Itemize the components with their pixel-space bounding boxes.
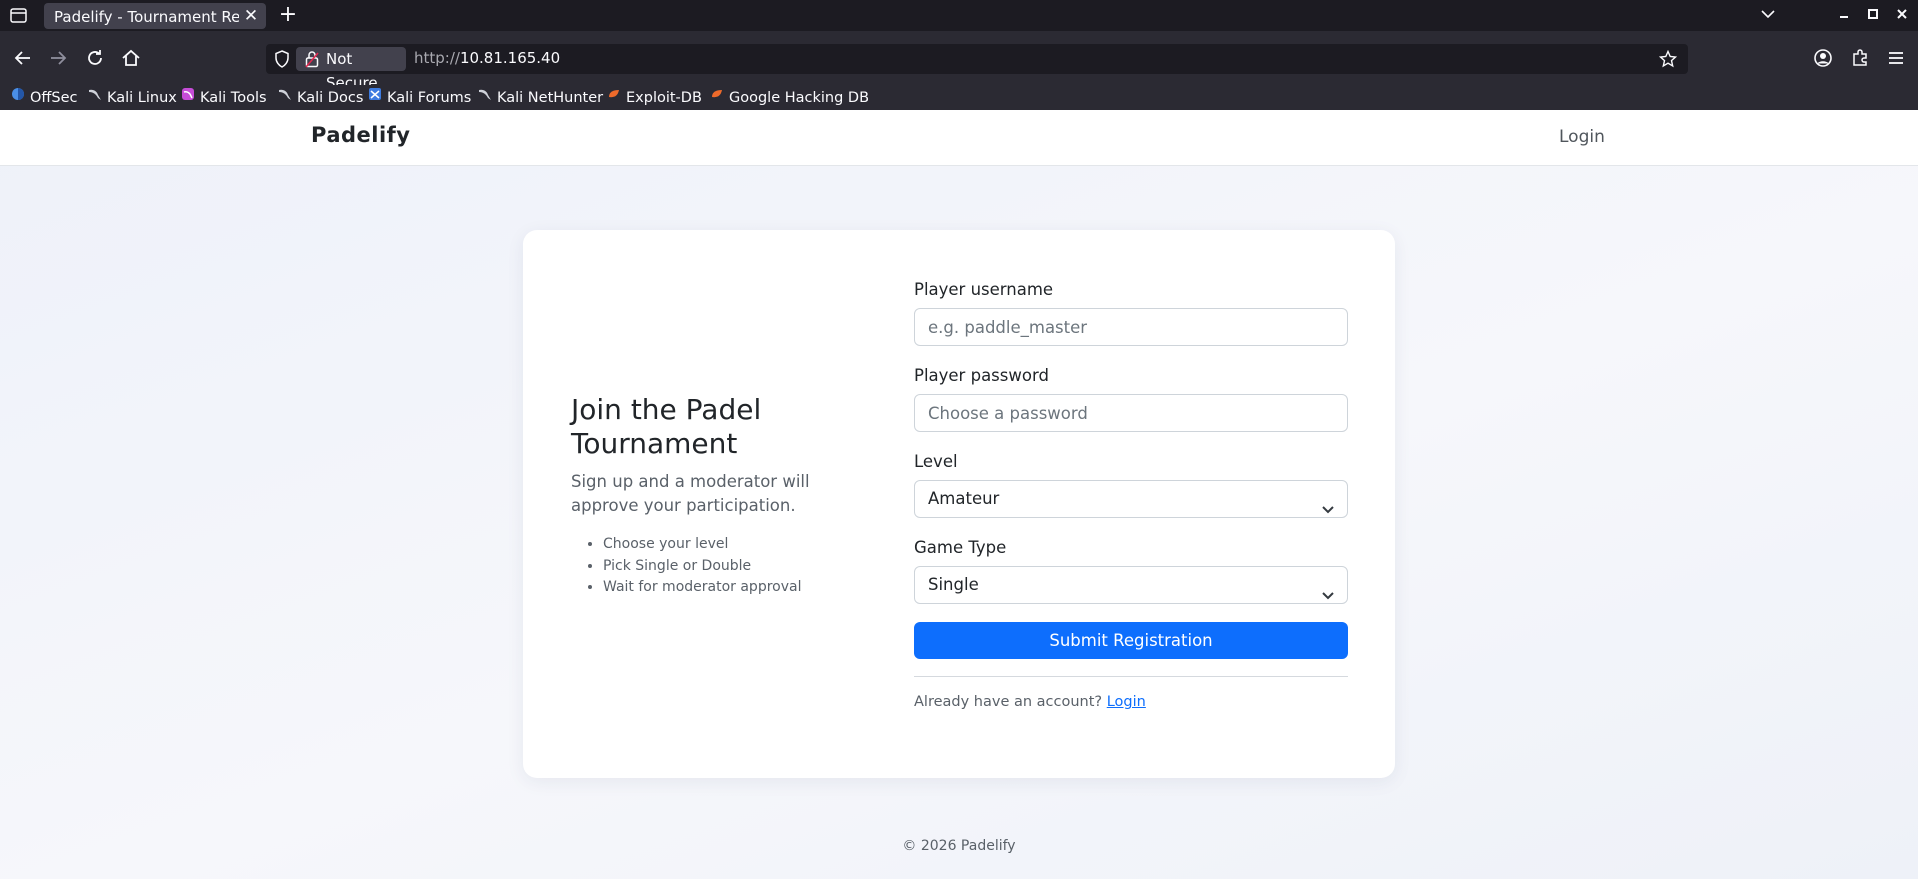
level-label: Level	[914, 452, 958, 471]
browser-tab-bar: Padelify - Tournament Registration ✕ +	[0, 0, 1918, 31]
username-label: Player username	[914, 280, 1054, 299]
password-input[interactable]	[914, 394, 1348, 432]
url-bar[interactable]: Not Secure http://10.81.165.40	[266, 44, 1688, 92]
footer-copyright: © 2026 Padelify	[902, 838, 1016, 854]
bookmark-kali-tools[interactable]: Kali Tools	[181, 88, 267, 108]
bookmark-exploit-db[interactable]: Exploit-DB	[607, 88, 702, 108]
already-have-account-row: Already have an account? Login	[914, 694, 1146, 710]
menu-hamburger-icon[interactable]	[1885, 47, 1907, 69]
hero-subtitle: Sign up and a moderator will approve you…	[571, 472, 810, 515]
bookmark-kali-forums[interactable]: Kali Forums	[368, 88, 471, 108]
bookmark-google-hacking-db[interactable]: Google Hacking DB	[710, 88, 869, 108]
hero-title: Join the Padel Tournament	[571, 393, 762, 460]
browser-nav-toolbar: Not Secure http://10.81.165.40	[0, 31, 1918, 92]
list-all-tabs-icon[interactable]	[1756, 5, 1780, 25]
account-icon[interactable]	[1812, 47, 1834, 69]
list-item: Choose your level	[603, 534, 863, 556]
close-window-icon[interactable]	[1890, 5, 1914, 25]
tracking-protection-shield-icon[interactable]	[274, 50, 290, 72]
kali-tools-icon	[181, 87, 195, 107]
submit-registration-button[interactable]: Submit Registration	[914, 622, 1348, 659]
form-divider	[914, 676, 1348, 677]
maximize-window-icon[interactable]	[1861, 5, 1885, 25]
kali-nethunter-icon	[478, 87, 492, 107]
game-type-select[interactable]: Single	[914, 566, 1348, 604]
password-label: Player password	[914, 366, 1049, 385]
minimize-window-icon[interactable]	[1832, 5, 1856, 25]
header-login-link[interactable]: Login	[1559, 127, 1605, 147]
new-tab-button[interactable]: +	[278, 4, 298, 26]
extensions-puzzle-icon[interactable]	[1849, 47, 1871, 69]
login-link[interactable]: Login	[1107, 694, 1146, 710]
game-type-label: Game Type	[914, 538, 1007, 557]
bookmark-kali-docs[interactable]: Kali Docs	[278, 88, 363, 108]
browser-tab-active[interactable]: Padelify - Tournament Registration ✕	[44, 3, 266, 29]
game-type-select-value: Single	[928, 575, 979, 594]
chevron-down-icon	[1321, 579, 1335, 600]
broken-lock-icon	[305, 50, 319, 75]
level-select-value: Amateur	[928, 489, 1000, 508]
home-icon[interactable]	[120, 47, 142, 69]
offsec-icon	[11, 87, 25, 107]
url-text[interactable]: http://10.81.165.40	[414, 49, 560, 67]
kali-docs-icon	[278, 87, 292, 107]
tab-list-icon[interactable]	[9, 6, 28, 25]
bookmark-kali-nethunter[interactable]: Kali NetHunter	[478, 88, 603, 108]
back-arrow-icon[interactable]	[12, 47, 34, 69]
url-protocol: http://	[414, 49, 460, 67]
list-item: Wait for moderator approval	[603, 577, 863, 599]
tab-title: Padelify - Tournament Registration	[54, 8, 239, 26]
reload-icon[interactable]	[84, 47, 106, 69]
bookmark-offsec[interactable]: OffSec	[11, 88, 78, 108]
game-type-select-box[interactable]: Single	[914, 566, 1348, 604]
url-host: 10.81.165.40	[459, 49, 561, 67]
page-viewport: Padelify Login Join the Padel Tournament…	[0, 110, 1918, 879]
chevron-down-icon	[1321, 493, 1335, 514]
bookmark-star-icon[interactable]	[1658, 49, 1678, 72]
bookmark-kali-linux[interactable]: Kali Linux	[88, 88, 177, 108]
brand-logo[interactable]: Padelify	[311, 123, 411, 147]
level-select[interactable]: Amateur	[914, 480, 1348, 518]
site-header: Padelify Login	[0, 110, 1918, 166]
kali-forums-icon	[368, 87, 382, 107]
username-input[interactable]	[914, 308, 1348, 346]
forward-arrow-icon[interactable]	[47, 47, 69, 69]
list-item: Pick Single or Double	[603, 556, 863, 578]
not-secure-badge[interactable]: Not Secure	[296, 47, 406, 92]
kali-dragon-icon	[88, 87, 102, 107]
tab-close-icon[interactable]: ✕	[241, 6, 261, 26]
bookmarks-toolbar: OffSec Kali Linux Kali Tools Kali Docs K…	[0, 85, 1918, 110]
google-hacking-db-icon	[710, 87, 724, 107]
exploit-db-icon	[607, 87, 621, 107]
hero-bullet-list: Choose your level Pick Single or Double …	[603, 534, 863, 599]
already-have-account-text: Already have an account?	[914, 694, 1103, 710]
